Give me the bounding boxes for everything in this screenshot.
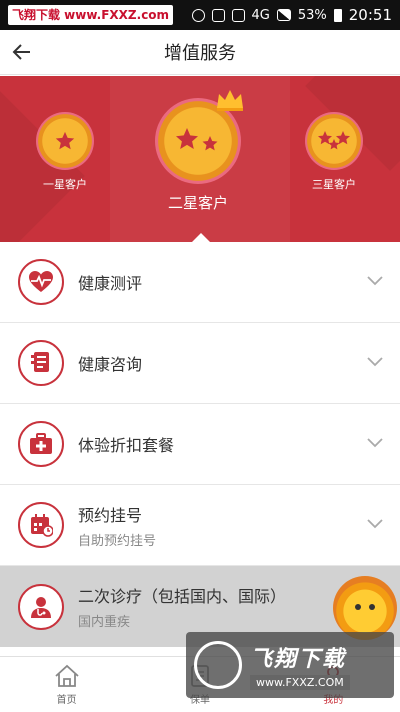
- doctor-icon: [18, 583, 64, 630]
- app-header: 增值服务: [0, 30, 400, 75]
- service-title: 二次诊疗（包括国内、国际）: [78, 587, 287, 606]
- one-star-medal-icon: [36, 112, 94, 170]
- tier-two-star[interactable]: 二星客户: [155, 90, 243, 213]
- service-title: 预约挂号: [78, 505, 143, 525]
- back-button[interactable]: [8, 38, 36, 66]
- back-arrow-icon: [12, 44, 30, 60]
- chevron-down-icon[interactable]: [366, 272, 384, 290]
- calendar-icon: [18, 502, 64, 548]
- mascot-image: [333, 576, 397, 640]
- chevron-down-icon[interactable]: [366, 434, 384, 452]
- nav-home[interactable]: 首页: [0, 657, 133, 712]
- page-title: 增值服务: [164, 43, 236, 64]
- chevron-down-icon[interactable]: [366, 353, 384, 371]
- battery-level: 53%: [297, 7, 327, 23]
- service-item-health-assessment[interactable]: 健康测评: [0, 242, 400, 323]
- tier-label: 一星客户: [43, 178, 87, 191]
- consult-icon: [18, 340, 64, 386]
- tier-label: 三星客户: [312, 178, 356, 191]
- clock: 20:51: [348, 6, 392, 24]
- tier-banner: 一星客户 二星客户 三星客户: [0, 76, 400, 242]
- watermark-brand: 飞翔下载: [250, 646, 347, 672]
- service-item-appointment[interactable]: 预约挂号 自助预约挂号: [0, 485, 400, 566]
- wifi-icon: [211, 8, 225, 22]
- watermark-url: www.FXXZ.COM: [250, 674, 350, 690]
- service-subtitle: 国内重疾: [78, 615, 131, 630]
- watermark-text: 飞翔下载 www.FXXZ.com: [8, 5, 174, 25]
- tier-one-star[interactable]: 一星客户: [36, 112, 94, 192]
- battery-icon: [333, 8, 342, 22]
- status-icons: 4G 53% 20:51: [191, 6, 392, 24]
- heart-pulse-icon: [18, 259, 64, 305]
- watermark-overlay: 飞翔下载 www.FXXZ.COM: [186, 632, 394, 698]
- alarm-icon: [191, 8, 205, 22]
- network-type: 4G: [251, 7, 270, 23]
- tier-label-selected: 二星客户: [167, 194, 228, 212]
- tier-three-star[interactable]: 三星客户: [305, 112, 363, 192]
- service-item-discount-package[interactable]: 体验折扣套餐: [0, 404, 400, 485]
- watermark-logo-icon: [194, 641, 242, 689]
- sim-icon: [231, 8, 245, 22]
- home-icon: [55, 664, 79, 687]
- service-title: 健康测评: [78, 274, 143, 293]
- signal-icon: [276, 9, 291, 21]
- chevron-down-icon[interactable]: [366, 515, 384, 533]
- nav-label: 首页: [56, 694, 77, 706]
- crown-icon: [215, 88, 245, 118]
- status-bar: 飞翔下载 www.FXXZ.com 4G 53% 20:51: [0, 0, 400, 30]
- service-item-health-consult[interactable]: 健康咨询: [0, 323, 400, 404]
- three-star-medal-icon: [305, 112, 363, 170]
- service-title: 健康咨询: [78, 355, 143, 374]
- service-subtitle: 自助预约挂号: [78, 533, 157, 549]
- medical-kit-icon: [18, 421, 64, 467]
- service-title: 体验折扣套餐: [78, 436, 175, 455]
- selected-pointer: [192, 233, 210, 242]
